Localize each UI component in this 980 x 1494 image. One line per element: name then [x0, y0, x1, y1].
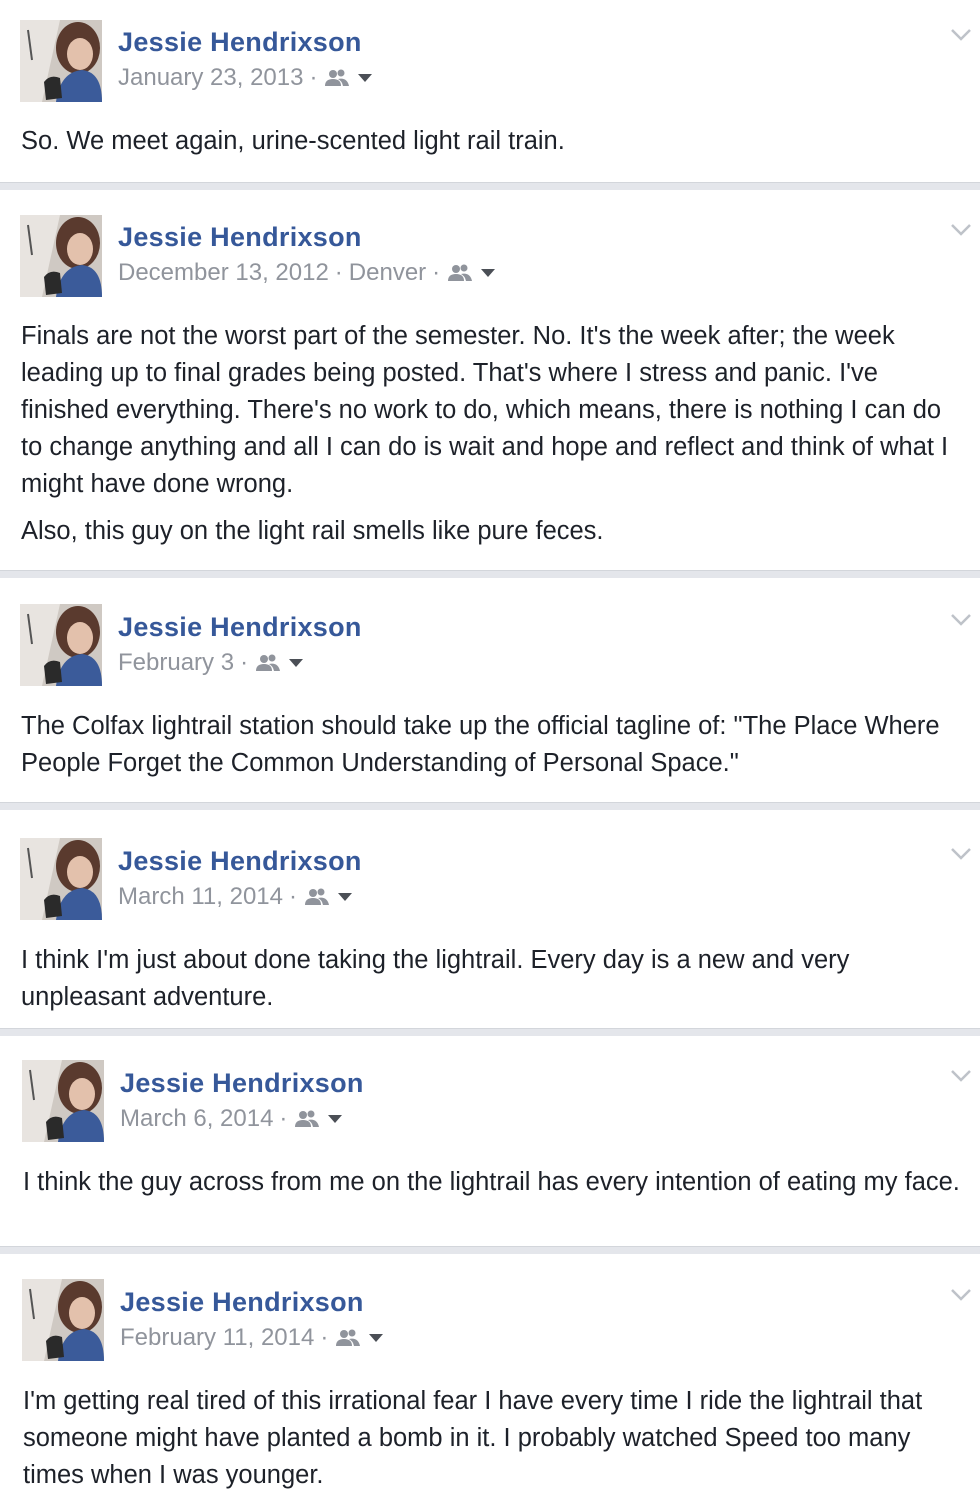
author-name[interactable]: Jessie Hendrixson	[120, 1287, 364, 1318]
post: Jessie Hendrixson February 3 · The Colfa…	[0, 578, 980, 802]
post: Jessie Hendrixson February 11, 2014 · I'…	[0, 1254, 980, 1489]
post-text: I'm getting real tired of this irrationa…	[23, 1383, 966, 1494]
post-divider	[0, 1028, 980, 1036]
meta-separator: ·	[320, 1324, 329, 1351]
caret-down-icon[interactable]	[357, 73, 373, 83]
friends-icon[interactable]	[256, 654, 281, 672]
post-divider	[0, 182, 980, 190]
avatar[interactable]	[22, 1279, 104, 1361]
chevron-down-icon[interactable]	[950, 28, 972, 42]
post-paragraph: I think the guy across from me on the li…	[23, 1168, 960, 1196]
author-name[interactable]: Jessie Hendrixson	[120, 1068, 364, 1099]
post-date[interactable]: March 6, 2014	[120, 1105, 273, 1133]
avatar[interactable]	[22, 1060, 104, 1142]
friends-icon[interactable]	[295, 1110, 320, 1128]
post-meta: March 6, 2014 ·	[120, 1105, 343, 1133]
friends-icon[interactable]	[305, 888, 329, 906]
caret-down-icon[interactable]	[327, 1114, 343, 1124]
avatar[interactable]	[20, 838, 102, 920]
post: Jessie Hendrixson March 11, 2014 · I thi…	[0, 810, 980, 1028]
post-divider	[0, 1246, 980, 1254]
post-paragraph: Also, this guy on the light rail smells …	[21, 517, 604, 545]
post-date[interactable]: March 11, 2014	[118, 883, 283, 911]
post-text: So. We meet again, urine-scented light r…	[21, 123, 966, 160]
post-meta: January 23, 2013 ·	[118, 64, 373, 92]
caret-down-icon[interactable]	[368, 1333, 384, 1343]
caret-down-icon[interactable]	[337, 892, 353, 902]
post: Jessie Hendrixson March 6, 2014 · I thin…	[0, 1036, 980, 1246]
post-text: I think I'm just about done taking the l…	[21, 942, 966, 1016]
caret-down-icon[interactable]	[288, 658, 304, 668]
post-text: Finals are not the worst part of the sem…	[21, 318, 966, 550]
post-divider	[0, 570, 980, 578]
post-meta: March 11, 2014 ·	[118, 883, 353, 911]
author-name[interactable]: Jessie Hendrixson	[118, 27, 362, 58]
meta-separator: ·	[432, 259, 441, 286]
post-date[interactable]: January 23, 2013	[118, 64, 303, 92]
chevron-down-icon[interactable]	[950, 1069, 972, 1083]
meta-separator: ·	[279, 1105, 288, 1132]
avatar[interactable]	[20, 215, 102, 297]
author-name[interactable]: Jessie Hendrixson	[118, 846, 362, 877]
post-location[interactable]: Denver	[349, 259, 426, 287]
post-text: The Colfax lightrail station should take…	[21, 708, 966, 782]
meta-separator: ·	[334, 259, 343, 286]
friends-icon[interactable]	[336, 1329, 361, 1347]
post-date[interactable]: February 3	[118, 649, 234, 677]
post-date[interactable]: February 11, 2014	[120, 1324, 314, 1352]
friends-icon[interactable]	[448, 264, 473, 282]
post-paragraph: Finals are not the worst part of the sem…	[21, 322, 949, 498]
post-paragraph: So. We meet again, urine-scented light r…	[21, 127, 565, 155]
post-divider	[0, 802, 980, 810]
chevron-down-icon[interactable]	[950, 1288, 972, 1302]
post-text: I think the guy across from me on the li…	[23, 1164, 966, 1201]
friends-icon[interactable]	[325, 69, 350, 87]
post-paragraph: The Colfax lightrail station should take…	[21, 712, 940, 777]
post-paragraph: I'm getting real tired of this irrationa…	[23, 1387, 923, 1489]
meta-separator: ·	[289, 883, 297, 910]
post-meta: February 3 ·	[118, 649, 304, 677]
author-name[interactable]: Jessie Hendrixson	[118, 612, 362, 643]
avatar[interactable]	[20, 604, 102, 686]
meta-separator: ·	[240, 649, 249, 676]
post-meta: December 13, 2012 · Denver ·	[118, 259, 496, 287]
chevron-down-icon[interactable]	[950, 613, 972, 627]
meta-separator: ·	[309, 64, 318, 91]
post-date[interactable]: December 13, 2012	[118, 259, 329, 287]
post-meta: February 11, 2014 ·	[120, 1324, 384, 1352]
post-paragraph: I think I'm just about done taking the l…	[21, 946, 850, 1011]
chevron-down-icon[interactable]	[950, 223, 972, 237]
author-name[interactable]: Jessie Hendrixson	[118, 222, 362, 253]
post: Jessie Hendrixson December 13, 2012 · De…	[0, 190, 980, 570]
chevron-down-icon[interactable]	[950, 847, 972, 861]
post: Jessie Hendrixson January 23, 2013 · So.…	[0, 0, 980, 182]
avatar[interactable]	[20, 20, 102, 102]
caret-down-icon[interactable]	[480, 268, 496, 278]
